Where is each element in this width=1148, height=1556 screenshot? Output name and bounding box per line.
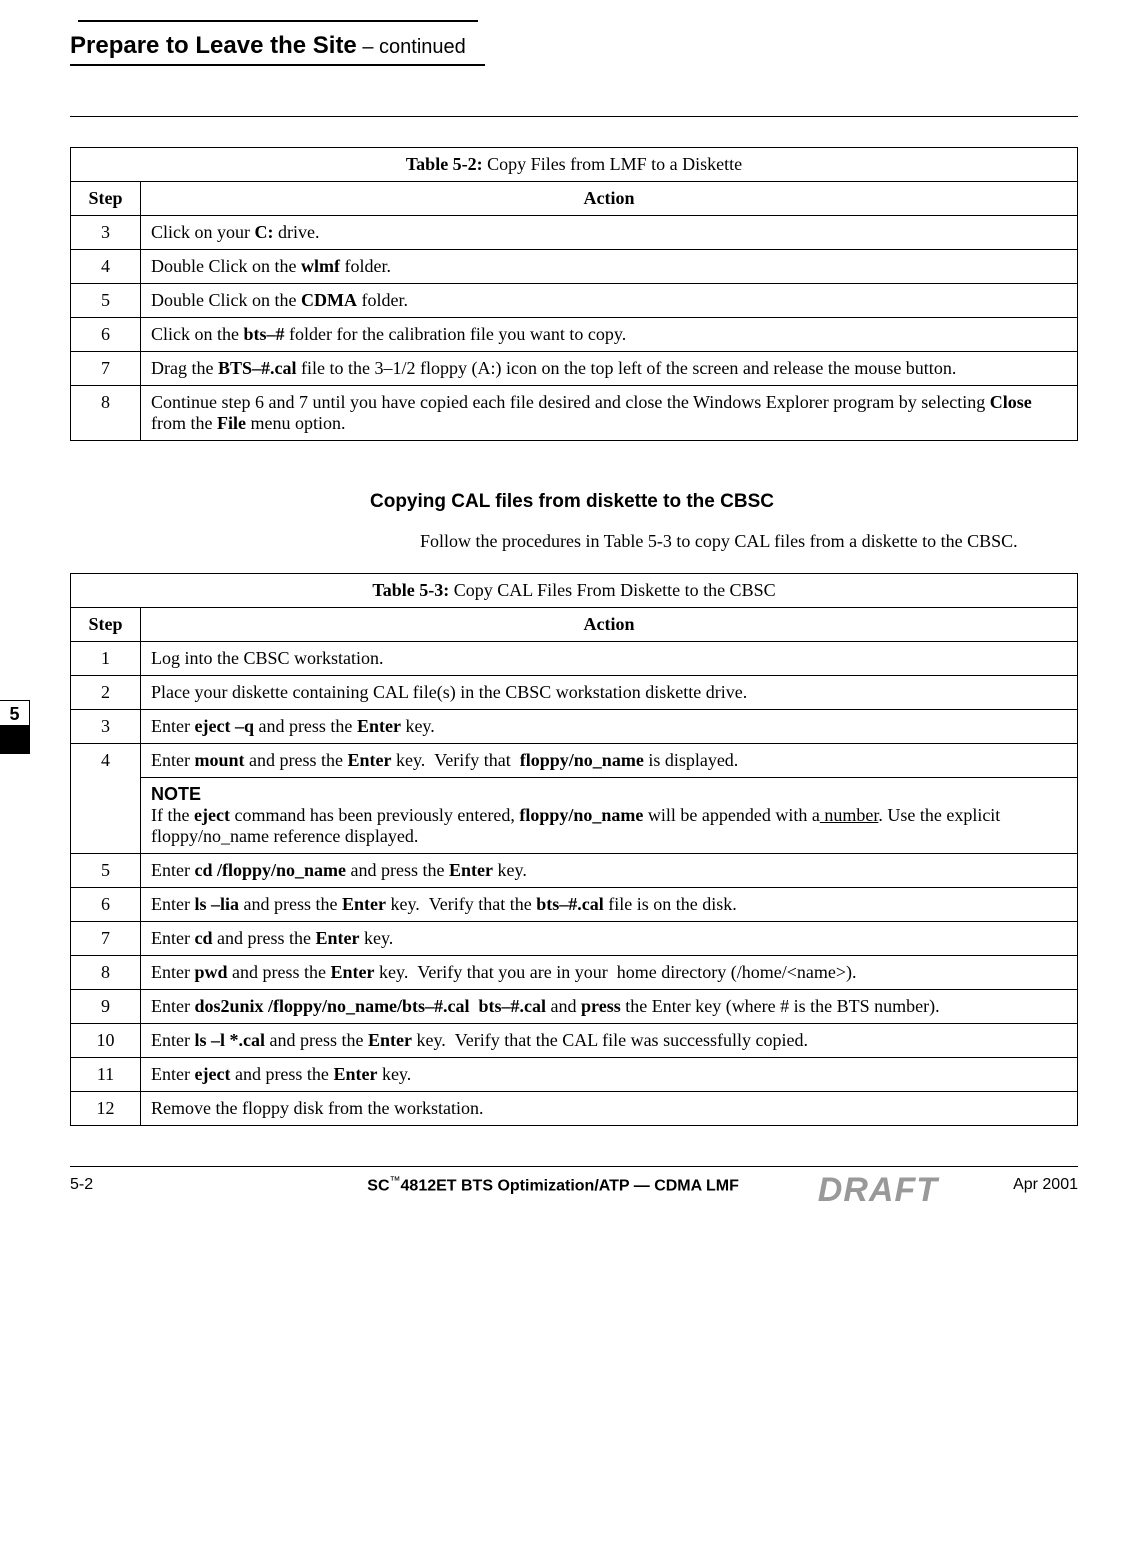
action-cell: Enter ls –lia and press the Enter key. V… bbox=[141, 888, 1078, 922]
table-row: 2Place your diskette containing CAL file… bbox=[71, 676, 1078, 710]
table-row: 7Enter cd and press the Enter key. bbox=[71, 922, 1078, 956]
footer-page-number: 5-2 bbox=[70, 1176, 93, 1194]
page-title: Prepare to Leave the Site – continued bbox=[70, 32, 1078, 60]
table-row: 5Double Click on the CDMA folder. bbox=[71, 284, 1078, 318]
step-cell: 3 bbox=[71, 710, 141, 744]
step-cell: 12 bbox=[71, 1092, 141, 1126]
step-cell: 8 bbox=[71, 386, 141, 441]
chapter-number: 5 bbox=[0, 700, 30, 726]
title-continued: – continued bbox=[357, 36, 466, 58]
table-row: 11Enter eject and press the Enter key. bbox=[71, 1058, 1078, 1092]
action-cell: Enter eject –q and press the Enter key. bbox=[141, 710, 1078, 744]
table-row: 4Double Click on the wlmf folder. bbox=[71, 250, 1078, 284]
col-step: Step bbox=[71, 182, 141, 216]
chapter-tab-block bbox=[0, 726, 30, 754]
col-action: Action bbox=[141, 608, 1078, 642]
step-cell: 5 bbox=[71, 854, 141, 888]
section-heading: Copying CAL files from diskette to the C… bbox=[370, 491, 1078, 513]
table-row: 9Enter dos2unix /floppy/no_name/bts–#.ca… bbox=[71, 990, 1078, 1024]
step-cell: 6 bbox=[71, 888, 141, 922]
step-cell: 7 bbox=[71, 922, 141, 956]
page-footer: 5-2 SC™4812ET BTS Optimization/ATP — CDM… bbox=[70, 1167, 1078, 1195]
action-cell: Place your diskette containing CAL file(… bbox=[141, 676, 1078, 710]
action-cell: Enter ls –l *.cal and press the Enter ke… bbox=[141, 1024, 1078, 1058]
action-cell: Enter cd /floppy/no_name and press the E… bbox=[141, 854, 1078, 888]
draft-watermark: DRAFT bbox=[818, 1171, 938, 1210]
step-cell: 4 bbox=[71, 744, 141, 854]
action-cell: Enter mount and press the Enter key. Ver… bbox=[141, 744, 1078, 778]
table-row: 7Drag the BTS–#.cal file to the 3–1/2 fl… bbox=[71, 352, 1078, 386]
table-row: 10Enter ls –l *.cal and press the Enter … bbox=[71, 1024, 1078, 1058]
action-cell: Continue step 6 and 7 until you have cop… bbox=[141, 386, 1078, 441]
step-cell: 7 bbox=[71, 352, 141, 386]
note-cell: NOTEIf the eject command has been previo… bbox=[141, 778, 1078, 854]
table-row: 8Continue step 6 and 7 until you have co… bbox=[71, 386, 1078, 441]
chapter-tab: 5 bbox=[0, 700, 30, 754]
action-cell: Enter eject and press the Enter key. bbox=[141, 1058, 1078, 1092]
table-row: 3Click on your C: drive. bbox=[71, 216, 1078, 250]
table-row: 4Enter mount and press the Enter key. Ve… bbox=[71, 744, 1078, 778]
table-row: 6Click on the bts–# folder for the calib… bbox=[71, 318, 1078, 352]
action-cell: Drag the BTS–#.cal file to the 3–1/2 flo… bbox=[141, 352, 1078, 386]
table-row: 1Log into the CBSC workstation. bbox=[71, 642, 1078, 676]
section-body: Follow the procedures in Table 5-3 to co… bbox=[420, 529, 1078, 553]
table-row: 3Enter eject –q and press the Enter key. bbox=[71, 710, 1078, 744]
step-cell: 10 bbox=[71, 1024, 141, 1058]
action-cell: Click on your C: drive. bbox=[141, 216, 1078, 250]
table-row: 8Enter pwd and press the Enter key. Veri… bbox=[71, 956, 1078, 990]
action-cell: Enter dos2unix /floppy/no_name/bts–#.cal… bbox=[141, 990, 1078, 1024]
table-caption: Table 5-2: Copy Files from LMF to a Disk… bbox=[71, 148, 1078, 182]
table-row: NOTEIf the eject command has been previo… bbox=[71, 778, 1078, 854]
step-cell: 2 bbox=[71, 676, 141, 710]
step-cell: 11 bbox=[71, 1058, 141, 1092]
action-cell: Remove the floppy disk from the workstat… bbox=[141, 1092, 1078, 1126]
title-text: Prepare to Leave the Site bbox=[70, 32, 357, 59]
table-caption: Table 5-3: Copy CAL Files From Diskette … bbox=[71, 574, 1078, 608]
action-cell: Double Click on the CDMA folder. bbox=[141, 284, 1078, 318]
step-cell: 1 bbox=[71, 642, 141, 676]
table-row: 6Enter ls –lia and press the Enter key. … bbox=[71, 888, 1078, 922]
col-action: Action bbox=[141, 182, 1078, 216]
table-5-2: Table 5-2: Copy Files from LMF to a Disk… bbox=[70, 147, 1078, 441]
table-row: 5Enter cd /floppy/no_name and press the … bbox=[71, 854, 1078, 888]
step-cell: 6 bbox=[71, 318, 141, 352]
step-cell: 9 bbox=[71, 990, 141, 1024]
step-cell: 8 bbox=[71, 956, 141, 990]
action-cell: Enter cd and press the Enter key. bbox=[141, 922, 1078, 956]
title-underline bbox=[70, 64, 485, 66]
horizontal-rule bbox=[70, 116, 1078, 117]
table-row: 12Remove the floppy disk from the workst… bbox=[71, 1092, 1078, 1126]
step-cell: 4 bbox=[71, 250, 141, 284]
action-cell: Enter pwd and press the Enter key. Verif… bbox=[141, 956, 1078, 990]
col-step: Step bbox=[71, 608, 141, 642]
top-short-rule bbox=[78, 20, 478, 22]
step-cell: 3 bbox=[71, 216, 141, 250]
step-cell: 5 bbox=[71, 284, 141, 318]
table-5-3: Table 5-3: Copy CAL Files From Diskette … bbox=[70, 573, 1078, 1126]
action-cell: Click on the bts–# folder for the calibr… bbox=[141, 318, 1078, 352]
action-cell: Double Click on the wlmf folder. bbox=[141, 250, 1078, 284]
footer-date: Apr 2001 bbox=[1013, 1176, 1078, 1194]
action-cell: Log into the CBSC workstation. bbox=[141, 642, 1078, 676]
